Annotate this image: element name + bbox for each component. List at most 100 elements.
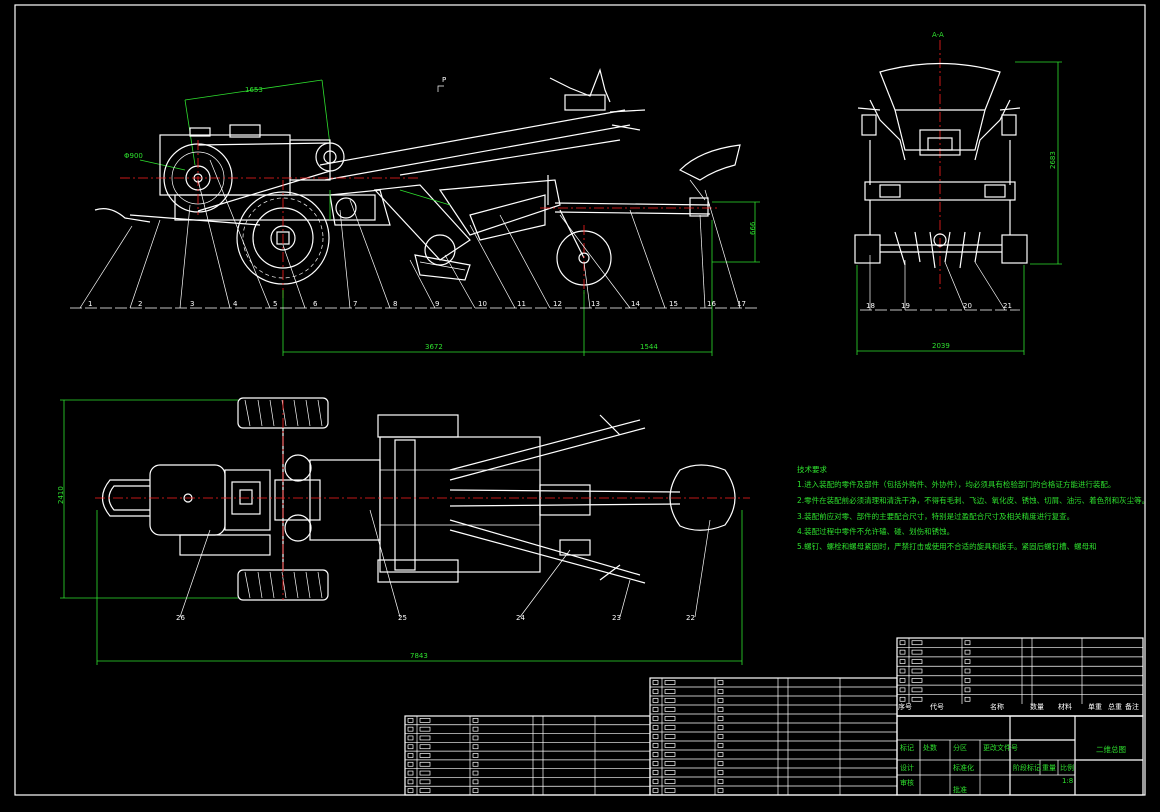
bom-cell-mark	[472, 761, 479, 767]
bom-cell-mark	[911, 649, 923, 655]
header-material: 材料	[1058, 702, 1072, 711]
dim-2039: 2039	[932, 342, 950, 350]
bom-cell-mark	[664, 716, 676, 721]
part-number-5: 5	[273, 300, 277, 308]
tb-design: 设计	[900, 763, 914, 772]
bom-cell-mark	[911, 687, 923, 693]
plan-engine	[149, 464, 226, 536]
bom-cell-mark	[717, 689, 724, 694]
bom-cell-mark	[472, 718, 479, 723]
part-number-11: 11	[517, 300, 526, 308]
bom-cell-mark	[964, 687, 971, 693]
bom-cell-mark	[664, 788, 676, 793]
part-number-6: 6	[313, 300, 318, 308]
part-number-14: 14	[631, 300, 640, 308]
bom-cell-mark	[717, 725, 724, 730]
dim-pulley-diameter: Φ900	[124, 152, 143, 160]
p-mark: P	[442, 76, 446, 84]
bom-cell-mark	[419, 761, 431, 767]
bom-cell-mark	[407, 718, 414, 723]
part-number-23: 23	[612, 614, 621, 622]
bom-cell-mark	[407, 726, 414, 732]
part-number-21: 21	[1003, 302, 1012, 310]
side-view: 1653 Φ900 P 666 3672 1544	[94, 68, 760, 356]
dim-1653: 1653	[245, 86, 263, 94]
bom-cell-mark	[664, 761, 676, 766]
bom-left	[404, 716, 650, 795]
bom-cell-mark	[899, 678, 906, 683]
bom-cell-mark	[407, 744, 414, 750]
header-seq: 序号	[898, 702, 912, 711]
bom-cell-mark	[419, 735, 431, 741]
bom-cell-mark	[899, 659, 906, 664]
bom-cell-mark	[964, 678, 971, 683]
part-number-3: 3	[190, 300, 194, 308]
tb-scale: 1:8	[1062, 777, 1073, 785]
bom-cell-mark	[472, 735, 479, 741]
bom-cell-mark	[652, 680, 659, 685]
bom-cell-mark	[419, 753, 431, 758]
bom-cell-mark	[664, 743, 676, 748]
bom-cell-mark	[652, 725, 659, 730]
bom-cell-mark	[652, 761, 659, 766]
bom-cell-mark	[717, 734, 724, 739]
bom-cell-mark	[717, 779, 724, 784]
bom-cell-mark	[899, 649, 906, 655]
part-number-16: 16	[707, 300, 716, 308]
bom-cell-mark	[652, 716, 659, 721]
part-number-25: 25	[398, 614, 407, 622]
part-number-7: 7	[353, 300, 357, 308]
tb-standard: 标准化	[953, 763, 974, 772]
part-number-8: 8	[393, 300, 397, 308]
part-number-19: 19	[901, 302, 910, 310]
side-part-labels: 1 2 3 4 5 6 7 8 9 10 11 12 13 14 15 16 17	[88, 300, 746, 308]
bom-cell-mark	[717, 770, 724, 775]
bom-cell-mark	[911, 696, 923, 702]
bom-cell-mark	[652, 770, 659, 775]
part-number-2: 2	[138, 300, 142, 308]
bom-cell-mark	[964, 696, 971, 702]
cad-drawing: 1653 Φ900 P 666 3672 1544 1 2 3 4 5 6 7 …	[14, 4, 1149, 796]
dim-2410: 2410	[57, 486, 65, 504]
bom-cell-mark	[652, 779, 659, 784]
section-left-wheel	[854, 234, 881, 264]
bom-cell-mark	[899, 668, 906, 674]
tech-notes: 技术要求 1.进入装配的零件及部件（包括外购件、外协件），均必须具有检验部门的合…	[797, 464, 1149, 551]
rear-seat	[678, 144, 741, 181]
bom-cell-mark	[652, 698, 659, 703]
bom-cell-mark	[964, 659, 971, 664]
bom-cell-mark	[472, 726, 479, 732]
drawing-canvas: 1653 Φ900 P 666 3672 1544 1 2 3 4 5 6 7 …	[0, 0, 1160, 808]
bom-cell-mark	[419, 779, 431, 785]
plan-handle-upper	[449, 419, 641, 471]
bom-cell-mark	[652, 788, 659, 793]
dim-1544: 1544	[640, 343, 658, 351]
bom-right	[896, 638, 1143, 704]
bom-cell-mark	[899, 640, 906, 646]
bom-cell-mark	[664, 779, 676, 784]
part-number-13: 13	[591, 300, 600, 308]
bom-cell-mark	[664, 725, 676, 730]
bom-cell-mark	[717, 761, 724, 766]
bom-cell-mark	[664, 689, 676, 694]
tb-review: 审核	[900, 778, 914, 787]
tb-mark: 标记	[900, 743, 914, 752]
tb-count: 处数	[923, 743, 937, 752]
plan-part-labels: 26 25 24 23 22	[176, 614, 695, 622]
bom-cell-mark	[652, 707, 659, 712]
bom-cell-mark	[407, 788, 414, 793]
bom-cell-mark	[652, 734, 659, 739]
bom-cell-mark	[717, 752, 724, 757]
dim-7843: 7843	[410, 652, 428, 660]
tech-note-line: 2.零件在装配前必须清理和清洗干净，不得有毛刺、飞边、氧化皮、锈蚀、切屑、油污、…	[797, 495, 1149, 505]
tech-note-line: 3.装配前应对零、部件的主要配合尺寸，特别是过盈配合尺寸及相关精度进行复查。	[797, 511, 1074, 521]
bom-cell-mark	[664, 770, 676, 775]
title-block: 序号 代号 名称 数量 材料 单重 总重 备注 二维总图 标记 处数 分区 更改…	[404, 637, 1144, 796]
bom-cell-mark	[472, 744, 479, 750]
bom-cell-mark	[964, 649, 971, 655]
part-number-17: 17	[737, 300, 746, 308]
tb-ratio: 比例	[1060, 763, 1074, 772]
bom-cell-mark	[407, 770, 414, 776]
bom-cell-mark	[407, 761, 414, 767]
bom-cell-mark	[911, 668, 923, 674]
